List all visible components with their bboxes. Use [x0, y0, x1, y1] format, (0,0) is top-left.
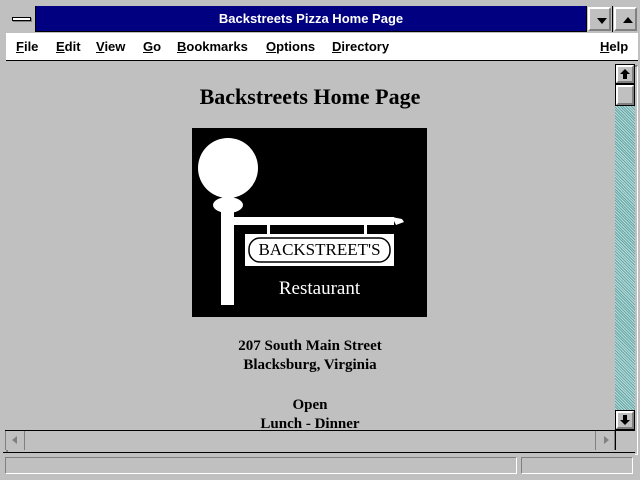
- scroll-down-button[interactable]: [615, 410, 635, 430]
- hours-detail: Lunch - Dinner: [260, 416, 360, 430]
- title-bar[interactable]: Backstreets Pizza Home Page: [6, 6, 638, 32]
- arrow-down-icon: [620, 420, 630, 425]
- page-content[interactable]: Backstreets Home Page BACKSTREET'S Resta…: [5, 64, 615, 430]
- arrow-right-icon: [604, 436, 609, 444]
- scroll-left-button[interactable]: [5, 431, 25, 450]
- system-menu-button[interactable]: [6, 6, 36, 32]
- scroll-right-button[interactable]: [595, 431, 615, 450]
- menu-file[interactable]: File: [16, 33, 38, 61]
- page-heading: Backstreets Home Page: [199, 84, 421, 109]
- minimize-button[interactable]: [586, 6, 612, 32]
- restaurant-logo: BACKSTREET'S Restaurant: [192, 128, 427, 317]
- logo-caption: Restaurant: [278, 278, 361, 299]
- vertical-scroll-thumb[interactable]: [615, 84, 635, 106]
- maximize-button[interactable]: [612, 6, 638, 32]
- menu-go[interactable]: Go: [143, 33, 161, 61]
- scrollbar-corner: [615, 430, 635, 450]
- horizontal-scrollbar[interactable]: [5, 430, 615, 450]
- logo-sign-text: BACKSTREET'S: [258, 240, 381, 259]
- address-street: 207 South Main Street: [238, 338, 382, 354]
- menu-edit[interactable]: Edit: [56, 33, 81, 61]
- window-title: Backstreets Pizza Home Page: [218, 11, 404, 26]
- menu-options[interactable]: Options: [266, 33, 315, 61]
- arrow-left-icon: [12, 436, 17, 444]
- status-bar: [3, 452, 635, 477]
- vertical-scrollbar[interactable]: [615, 64, 635, 430]
- status-text: [5, 457, 517, 474]
- menu-directory[interactable]: Directory: [332, 33, 389, 61]
- scroll-up-button[interactable]: [615, 64, 635, 84]
- system-menu-icon: [12, 17, 31, 21]
- menu-bookmarks[interactable]: Bookmarks: [177, 33, 248, 61]
- minimize-icon: [597, 18, 607, 24]
- menu-help[interactable]: Help: [600, 33, 628, 61]
- hours-title: Open: [292, 397, 328, 413]
- progress-indicator: [521, 457, 633, 474]
- menu-view[interactable]: View: [96, 33, 125, 61]
- maximize-icon: [623, 17, 633, 23]
- address-city: Blacksburg, Virginia: [243, 357, 377, 373]
- menu-bar: File Edit View Go Bookmarks Options Dire…: [6, 33, 638, 61]
